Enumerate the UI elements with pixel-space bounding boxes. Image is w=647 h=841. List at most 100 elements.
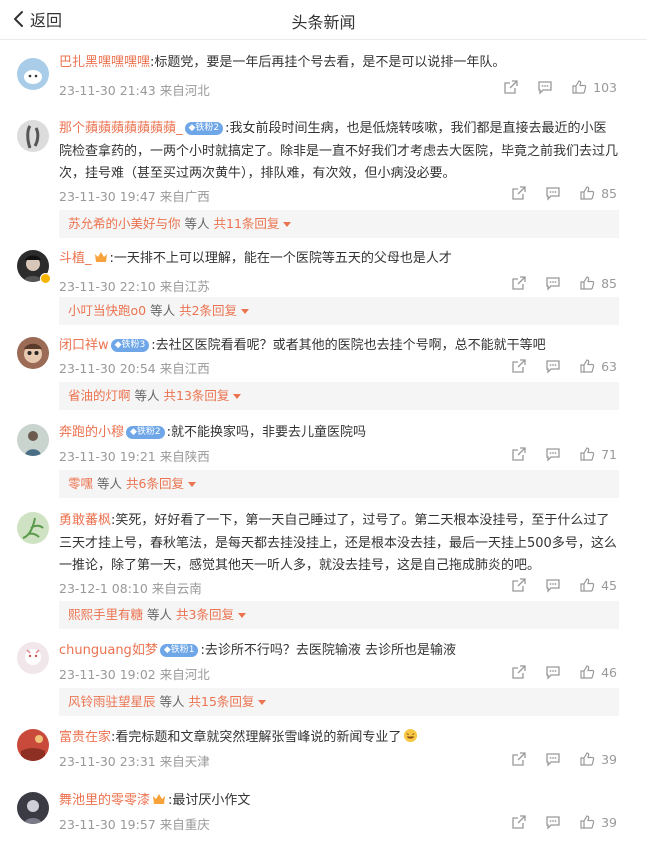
username[interactable]: 舞池里的零零漆 xyxy=(59,793,150,808)
avatar[interactable] xyxy=(17,642,49,674)
reply-preview[interactable]: 省油的灯啊 等人 共13条回复 xyxy=(59,382,619,410)
comment-icon xyxy=(546,816,560,830)
username[interactable]: 闭口祥w xyxy=(59,338,109,353)
comment-text: :去社区医院看看呢？或者其他的医院也去挂个号啊，总不能就干等吧 xyxy=(151,338,546,353)
like-button[interactable]: 63 xyxy=(579,358,617,374)
reply-count[interactable]: 共15条回复 xyxy=(189,694,255,709)
comment-button[interactable] xyxy=(545,814,561,830)
username[interactable]: 勇敢蕃枫 xyxy=(59,513,111,528)
username[interactable]: 那个蘋蘋蘋蘋蘋蘋蘋_ xyxy=(59,121,183,136)
comment-icon xyxy=(546,448,560,462)
reply-mid: 等人 xyxy=(97,476,123,491)
username[interactable]: chunguang如梦 xyxy=(59,643,158,658)
avatar[interactable] xyxy=(17,792,49,824)
comment-button[interactable] xyxy=(545,664,561,680)
comment-text: :一天排不上可以理解，能在一个医院等五天的父母也是人才 xyxy=(109,251,452,266)
comment-icon xyxy=(538,81,552,95)
like-button[interactable]: 45 xyxy=(579,577,617,593)
reply-count[interactable]: 共11条回复 xyxy=(214,216,280,231)
like-button[interactable]: 85 xyxy=(579,185,617,201)
avatar[interactable] xyxy=(17,58,49,90)
share-icon xyxy=(512,276,526,290)
comment-location: 来自云南 xyxy=(151,581,202,596)
reply-preview[interactable]: 风铃雨驻望星辰 等人 共15条回复 xyxy=(59,688,619,716)
caret-down-icon xyxy=(258,700,267,705)
reply-mid: 等人 xyxy=(134,388,160,403)
thumbs-up-icon xyxy=(580,359,595,373)
username[interactable]: 奔跑的小穆 xyxy=(59,425,124,440)
comment-button[interactable] xyxy=(545,577,561,593)
share-button[interactable] xyxy=(511,577,527,593)
reply-preview[interactable]: 苏允希的小美好与你 等人 共11条回复 xyxy=(59,210,619,238)
reply-user[interactable]: 熙熙手里有糖 xyxy=(68,607,143,622)
thumbs-up-icon xyxy=(572,80,587,94)
comment-icon xyxy=(546,277,560,291)
comment-icon xyxy=(546,753,560,767)
reply-count[interactable]: 共3条回复 xyxy=(176,607,234,622)
comment-button[interactable] xyxy=(545,358,561,374)
share-button[interactable] xyxy=(511,664,527,680)
comment-location: 来自天津 xyxy=(159,754,210,769)
share-button[interactable] xyxy=(511,446,527,462)
comment-location: 来自江苏 xyxy=(159,279,210,294)
reply-user[interactable]: 省油的灯啊 xyxy=(68,388,131,403)
share-button[interactable] xyxy=(511,358,527,374)
like-button[interactable]: 85 xyxy=(579,275,617,291)
comment-button[interactable] xyxy=(545,751,561,767)
like-button[interactable]: 103 xyxy=(571,79,617,95)
comment-text: :最讨厌小作文 xyxy=(168,793,251,808)
page-title: 头条新闻 xyxy=(291,13,356,32)
like-button[interactable]: 71 xyxy=(579,446,617,462)
reply-user[interactable]: 风铃雨驻望星辰 xyxy=(68,694,156,709)
share-button[interactable] xyxy=(503,79,519,95)
reply-user[interactable]: 小叮当快跑o0 xyxy=(68,303,146,318)
avatar[interactable] xyxy=(17,512,49,544)
comment-time: 23-11-30 23:31 xyxy=(59,754,156,769)
reply-count[interactable]: 共2条回复 xyxy=(179,303,237,318)
avatar[interactable] xyxy=(17,120,49,152)
share-icon xyxy=(512,578,526,592)
comment-text: :标题党，要是一年后再挂个号去看，是不是可以说排一年队。 xyxy=(150,55,506,70)
reply-user[interactable]: 苏允希的小美好与你 xyxy=(68,216,181,231)
comment-icon xyxy=(546,666,560,680)
share-button[interactable] xyxy=(511,275,527,291)
comment-text: :笑死，好好看了一下，第一天自己睡过了，过号了。第二天根本没挂号，至于什么过了三… xyxy=(59,513,617,573)
share-button[interactable] xyxy=(511,185,527,201)
username[interactable]: 斗植_ xyxy=(59,251,92,266)
username[interactable]: 巴扎黑嘿嘿嘿嘿 xyxy=(59,55,150,70)
comment-text: :看完标题和文章就突然理解张雪峰说的新闻专业了 xyxy=(111,730,402,745)
like-count: 63 xyxy=(601,358,617,374)
thumbs-up-icon xyxy=(580,752,595,766)
comment-button[interactable] xyxy=(545,446,561,462)
reply-count[interactable]: 共13条回复 xyxy=(164,388,230,403)
reply-mid: 等人 xyxy=(184,216,210,231)
like-button[interactable]: 39 xyxy=(579,814,617,830)
like-button[interactable]: 46 xyxy=(579,664,617,680)
reply-user[interactable]: 零嘿 xyxy=(68,476,93,491)
comment-button[interactable] xyxy=(537,79,553,95)
share-button[interactable] xyxy=(511,751,527,767)
like-count: 45 xyxy=(601,577,617,593)
reply-count[interactable]: 共6条回复 xyxy=(126,476,184,491)
username[interactable]: 富贵在家 xyxy=(59,730,111,745)
verified-badge-icon xyxy=(40,273,51,284)
like-button[interactable]: 39 xyxy=(579,751,617,767)
comment-button[interactable] xyxy=(545,275,561,291)
comment-time: 23-11-30 22:10 xyxy=(59,279,156,294)
avatar[interactable] xyxy=(17,424,49,456)
reply-preview[interactable]: 小叮当快跑o0 等人 共2条回复 xyxy=(59,297,619,325)
share-button[interactable] xyxy=(511,814,527,830)
like-count: 71 xyxy=(601,446,617,462)
like-count: 39 xyxy=(601,751,617,767)
comment-button[interactable] xyxy=(545,185,561,201)
comment-text: :去诊所不行吗？去医院输液 去诊所也是输液 xyxy=(200,643,456,658)
comment-time: 23-11-30 19:47 xyxy=(59,189,156,204)
comment-icon xyxy=(546,579,560,593)
reply-preview[interactable]: 零嘿 等人 共6条回复 xyxy=(59,470,619,498)
reply-preview[interactable]: 熙熙手里有糖 等人 共3条回复 xyxy=(59,601,619,629)
crown-icon xyxy=(153,794,166,804)
like-count: 39 xyxy=(601,814,617,830)
comment-location: 来自河北 xyxy=(159,83,210,98)
avatar[interactable] xyxy=(17,729,49,761)
avatar[interactable] xyxy=(17,337,49,369)
